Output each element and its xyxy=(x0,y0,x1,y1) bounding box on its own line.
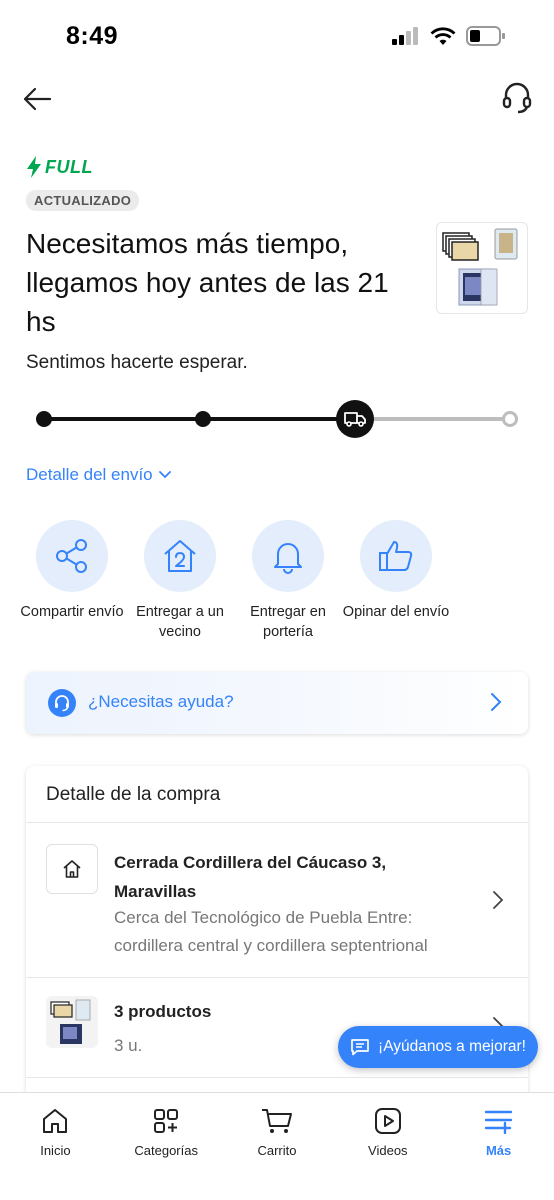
share-shipment-button[interactable]: Compartir envío xyxy=(18,520,126,642)
back-button[interactable] xyxy=(20,82,54,116)
more-icon xyxy=(484,1110,512,1134)
progress-step-1 xyxy=(36,411,52,427)
divider xyxy=(26,1077,528,1078)
help-headset-icon xyxy=(48,689,76,717)
rate-shipment-button[interactable]: Opinar del envío xyxy=(342,520,450,642)
updated-badge: ACTUALIZADO xyxy=(26,190,140,211)
share-icon xyxy=(56,539,87,573)
categories-icon xyxy=(154,1109,179,1133)
battery-icon xyxy=(466,26,505,46)
nav-label: Videos xyxy=(368,1143,408,1158)
help-card[interactable]: ¿Necesitas ayuda? xyxy=(26,672,528,734)
product-thumbnail[interactable] xyxy=(436,222,528,314)
help-label: ¿Necesitas ayuda? xyxy=(88,692,234,711)
feedback-label: ¡Ayúdanos a mejorar! xyxy=(378,1038,526,1055)
purchase-detail-title: Detalle de la compra xyxy=(46,784,221,805)
progress-step-4 xyxy=(502,411,518,427)
back-arrow-icon xyxy=(23,87,52,111)
bottom-nav: Inicio Categorías Carrito Videos Más xyxy=(0,1092,554,1200)
shipment-status-subtitle: Sentimos hacerte esperar. xyxy=(26,352,248,373)
header xyxy=(0,76,554,120)
nav-item-inicio[interactable]: Inicio xyxy=(0,1093,111,1200)
chevron-right-icon xyxy=(493,891,504,909)
shipment-progress xyxy=(26,398,526,442)
wifi-icon xyxy=(430,26,456,45)
action-label: Compartir envío xyxy=(20,604,124,620)
action-label: Entregar a un vecino xyxy=(136,604,224,640)
progress-step-current xyxy=(336,400,374,438)
thumbs-up-icon xyxy=(379,541,413,571)
address-title: Cerrada Cordillera del Cáucaso 3, Maravi… xyxy=(114,853,387,901)
support-button[interactable] xyxy=(500,80,534,116)
divider xyxy=(26,822,528,823)
divider xyxy=(26,977,528,978)
action-circle xyxy=(36,520,108,592)
shipment-detail-label: Detalle del envío xyxy=(26,465,153,484)
status-time: 8:49 xyxy=(66,22,119,50)
shipment-status-title: Necesitamos más tiempo, llegamos hoy ant… xyxy=(26,228,389,337)
video-icon xyxy=(374,1108,401,1134)
action-circle xyxy=(360,520,432,592)
cart-icon xyxy=(261,1109,292,1133)
chevron-down-icon xyxy=(158,471,171,479)
lightning-icon xyxy=(27,156,41,178)
nav-label: Más xyxy=(485,1143,512,1158)
status-bar: 8:49 xyxy=(0,0,554,76)
feedback-button[interactable]: ¡Ayúdanos a mejorar! xyxy=(338,1026,538,1068)
neighbor-house-icon xyxy=(164,540,196,572)
headset-icon xyxy=(502,82,532,114)
chat-icon xyxy=(351,1039,369,1056)
chevron-right-icon xyxy=(491,693,502,711)
nav-label: Inicio xyxy=(40,1143,71,1158)
home-icon xyxy=(43,1109,68,1133)
nav-item-carrito[interactable]: Carrito xyxy=(222,1093,333,1200)
shipment-detail-link[interactable]: Detalle del envío xyxy=(26,465,171,485)
progress-line-pending xyxy=(364,417,510,421)
shipment-actions: Compartir envío Entregar a un vecino Ent… xyxy=(18,520,458,642)
full-badge: FULL xyxy=(26,156,93,178)
action-circle xyxy=(144,520,216,592)
nav-label: Categorías xyxy=(134,1143,198,1158)
product-image xyxy=(442,228,518,306)
action-circle xyxy=(252,520,324,592)
nav-item-videos[interactable]: Videos xyxy=(332,1093,443,1200)
action-label: Entregar en portería xyxy=(250,604,326,640)
home-icon xyxy=(63,860,81,878)
purchase-detail-card: Detalle de la compra Cerrada Cordillera … xyxy=(26,766,528,1126)
nav-label: Carrito xyxy=(257,1143,297,1158)
deliver-reception-button[interactable]: Entregar en portería xyxy=(234,520,342,642)
signal-icon xyxy=(392,27,418,45)
truck-icon xyxy=(344,412,366,427)
address-detail: Cerca del Tecnológico de Puebla Entre: c… xyxy=(114,908,428,955)
nav-item-mas[interactable]: Más xyxy=(443,1093,554,1200)
products-thumbnail xyxy=(46,996,98,1048)
products-title: 3 productos xyxy=(114,1002,212,1021)
action-label: Opinar del envío xyxy=(342,604,450,620)
address-icon-box xyxy=(46,844,98,894)
nav-item-categorias[interactable]: Categorías xyxy=(111,1093,222,1200)
deliver-neighbor-button[interactable]: Entregar a un vecino xyxy=(126,520,234,642)
bell-icon xyxy=(274,543,302,574)
full-label: FULL xyxy=(45,156,93,177)
products-quantity: 3 u. xyxy=(114,1036,143,1055)
progress-step-2 xyxy=(195,411,211,427)
status-icons xyxy=(392,26,506,46)
